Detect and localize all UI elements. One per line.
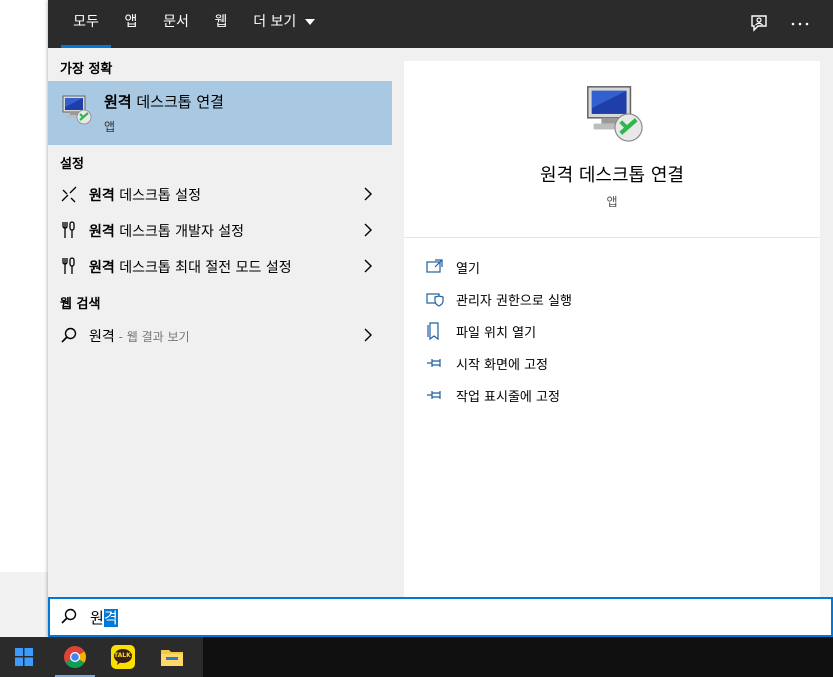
taskbar-file-explorer[interactable] (147, 637, 195, 677)
web-search-label: 원격 - 웹 결과 보기 (89, 326, 190, 346)
tab-label: 웹 (214, 14, 228, 30)
settings-item-remote-desktop[interactable]: 원격 데스크톱 설정 (48, 176, 392, 212)
tab-web[interactable]: 웹 (208, 0, 234, 48)
best-match-title-bold: 원격 (104, 93, 132, 111)
file-location-icon (427, 322, 439, 340)
section-heading-web-search: 웹 검색 (60, 297, 101, 312)
taskbar-kakaotalk[interactable]: TALK (99, 637, 147, 677)
label-hint: - 웹 결과 보기 (114, 330, 190, 344)
action-pin-to-taskbar[interactable]: 작업 표시줄에 고정 (426, 383, 806, 407)
tab-label: 모두 (73, 14, 99, 30)
label-rest: 데스크톱 개발자 설정 (114, 224, 245, 240)
settings-item-label: 원격 데스크톱 설정 (89, 185, 201, 205)
section-heading-best-match: 가장 정확 (60, 62, 113, 77)
tab-label: 앱 (124, 14, 138, 30)
action-pin-to-start[interactable]: 시작 화면에 고정 (426, 351, 806, 375)
label-bold: 원격 (89, 188, 115, 204)
preview-pane: 원격 데스크톱 연결 앱 열기 관리자 권한으로 실행 파일 위치 열기 시작 … (404, 61, 820, 597)
action-label: 작업 표시줄에 고정 (456, 390, 560, 405)
pin-taskbar-icon (427, 391, 441, 399)
tab-more[interactable]: 더 보기 (246, 0, 322, 48)
label-bold: 원격 (89, 224, 115, 240)
chevron-down-icon (304, 19, 315, 25)
remote-settings-icon (61, 186, 77, 203)
file-explorer-icon (161, 650, 183, 666)
open-icon (426, 259, 443, 273)
search-icon (61, 608, 77, 624)
feedback-icon[interactable] (747, 12, 771, 36)
preview-divider (404, 237, 820, 238)
start-search-panel: 모두 앱 문서 웹 더 보기 가장 정확 원격 데스크톱 연결 앱 설정 원격 … (48, 0, 833, 637)
taskbar-chrome[interactable] (51, 637, 99, 677)
tab-apps[interactable]: 앱 (118, 0, 144, 48)
chevron-right-icon (364, 187, 372, 201)
developer-tools-icon (62, 257, 75, 274)
action-open-file-location[interactable]: 파일 위치 열기 (426, 319, 806, 343)
remote-desktop-icon (62, 95, 92, 125)
more-options-icon[interactable] (788, 12, 812, 36)
developer-tools-icon (62, 221, 75, 238)
action-open[interactable]: 열기 (426, 255, 806, 279)
search-icon (61, 327, 77, 343)
search-query-text: 원격 (90, 607, 118, 628)
best-match-type: 앱 (104, 120, 116, 134)
settings-item-developer[interactable]: 원격 데스크톱 개발자 설정 (48, 212, 392, 248)
best-match-title: 원격 데스크톱 연결 (104, 91, 224, 112)
search-typed-text: 원 (90, 609, 104, 627)
section-heading-settings: 설정 (60, 157, 84, 172)
preview-app-type: 앱 (606, 195, 618, 209)
action-label: 관리자 권한으로 실행 (456, 294, 572, 309)
settings-item-label: 원격 데스크톱 개발자 설정 (89, 221, 244, 241)
search-input[interactable]: 원격 (48, 597, 833, 637)
action-run-as-admin[interactable]: 관리자 권한으로 실행 (426, 287, 806, 311)
chevron-right-icon (364, 259, 372, 273)
action-label: 파일 위치 열기 (456, 326, 537, 341)
action-label: 시작 화면에 고정 (456, 358, 548, 373)
best-match-title-rest: 데스크톱 연결 (131, 93, 224, 111)
label-rest: 데스크톱 최대 절전 모드 설정 (114, 260, 292, 276)
tab-documents[interactable]: 문서 (156, 0, 196, 48)
tab-label: 더 보기 (253, 14, 297, 30)
tab-all[interactable]: 모두 (61, 0, 111, 48)
settings-item-sleep[interactable]: 원격 데스크톱 최대 절전 모드 설정 (48, 248, 392, 284)
start-button[interactable] (0, 637, 48, 677)
label-bold: 원격 (89, 260, 115, 276)
taskbar: TALK (0, 637, 833, 677)
preview-app-title: 원격 데스크톱 연결 (540, 165, 684, 186)
settings-item-label: 원격 데스크톱 최대 절전 모드 설정 (89, 257, 292, 277)
kakaotalk-label: TALK (114, 652, 131, 659)
chrome-icon (64, 646, 86, 668)
tab-label: 문서 (163, 14, 189, 30)
search-scope-bar: 모두 앱 문서 웹 더 보기 (48, 0, 833, 48)
action-label: 열기 (456, 262, 480, 277)
desktop-area (0, 572, 48, 637)
best-match-remote-desktop[interactable]: 원격 데스크톱 연결 앱 (48, 81, 392, 145)
remote-desktop-icon (587, 86, 643, 142)
label-query: 원격 (89, 329, 115, 345)
search-selected-text: 격 (103, 609, 118, 627)
chevron-right-icon (364, 328, 372, 342)
web-search-item[interactable]: 원격 - 웹 결과 보기 (48, 317, 392, 353)
label-rest: 데스크톱 설정 (114, 188, 201, 204)
run-as-admin-icon (426, 293, 444, 307)
chevron-right-icon (364, 223, 372, 237)
pin-start-icon (427, 359, 441, 367)
windows-start-icon (15, 648, 33, 666)
results-list: 가장 정확 원격 데스크톱 연결 앱 설정 원격 데스크톱 설정 원격 데스크톱… (48, 48, 403, 597)
